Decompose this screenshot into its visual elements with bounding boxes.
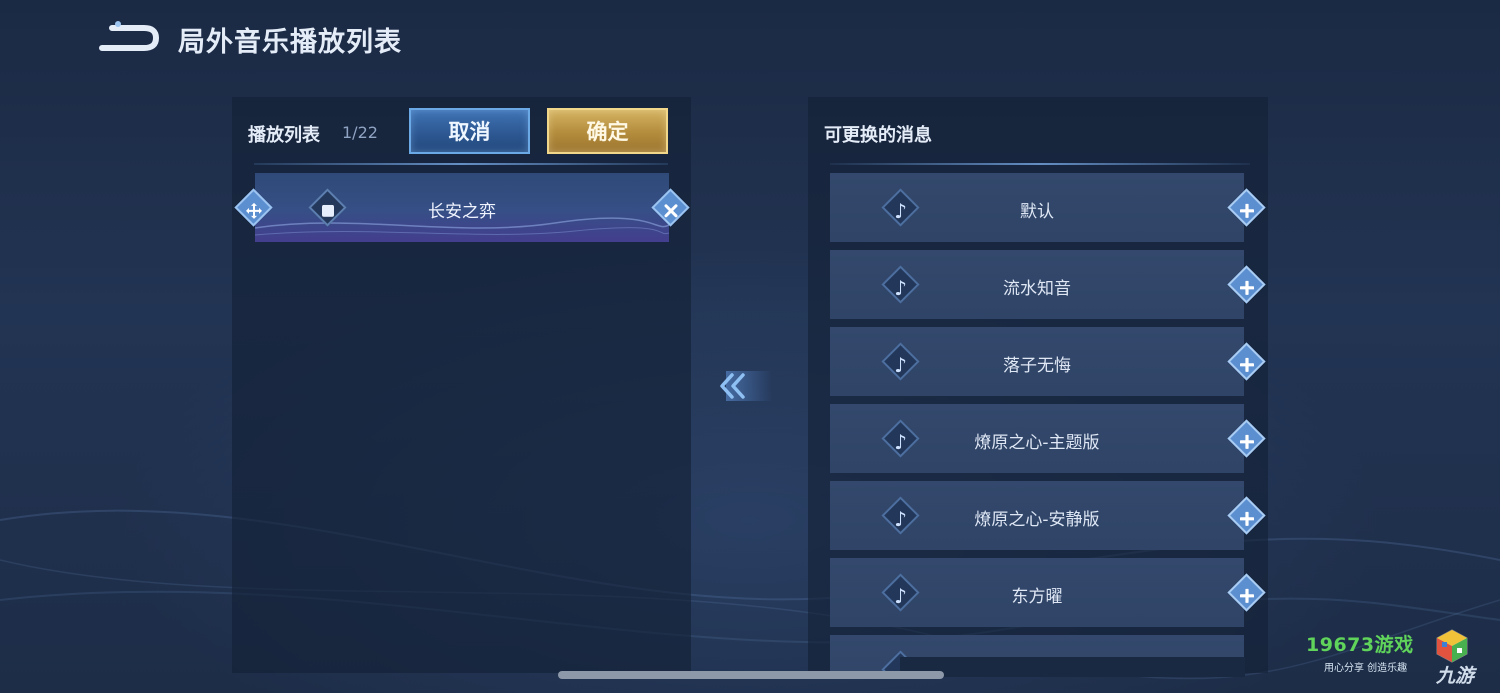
playlist-count: 1/22: [342, 123, 378, 142]
plus-icon: [1239, 280, 1254, 295]
plus-icon: [1239, 511, 1254, 526]
close-icon: [664, 203, 677, 217]
cube-logo-icon: [1436, 629, 1468, 663]
back-arrow-icon: [99, 21, 160, 51]
page-title: 局外音乐播放列表: [178, 27, 402, 58]
plus-icon: [1239, 588, 1254, 603]
background-waves: [0, 509, 1500, 680]
watermark-sub: 九游: [1436, 665, 1475, 687]
song-title: 燎原之心-安静版: [974, 510, 1100, 530]
available-songs-panel: 可更换的消息 ♪ 默认 ♪ 流水知音 ♪ 落子无悔 ♪ 燎原之心-主题版 ♪ 燎…: [808, 97, 1268, 673]
song-title: 燎原之心-主题版: [974, 433, 1100, 453]
add-song-button[interactable]: [1227, 342, 1266, 381]
double-chevron-left-icon: [720, 371, 772, 401]
plus-icon: [1239, 357, 1254, 372]
add-song-button[interactable]: [1227, 265, 1266, 304]
confirm-button[interactable]: 确定: [547, 108, 668, 154]
watermark-brand: 19673游戏: [1306, 634, 1414, 656]
playlist-panel: 播放列表 1/22 取消 确定 长安之弈: [232, 97, 691, 673]
divider: [830, 163, 1250, 165]
back-button[interactable]: [96, 18, 160, 58]
add-song-button[interactable]: [1227, 496, 1266, 535]
list-footer-shadow: [900, 657, 1245, 677]
transfer-arrow-button[interactable]: [716, 371, 772, 401]
track-title: 长安之弈: [428, 202, 496, 222]
plus-icon: [1239, 434, 1254, 449]
playlist-label: 播放列表: [248, 125, 320, 146]
song-title: 默认: [1020, 202, 1054, 222]
home-indicator[interactable]: [558, 671, 944, 679]
playlist-track-row[interactable]: 长安之弈: [234, 173, 690, 242]
song-list[interactable]: ♪ 默认 ♪ 流水知音 ♪ 落子无悔 ♪ 燎原之心-主题版 ♪ 燎原之心-安静版…: [830, 173, 1270, 673]
add-song-button[interactable]: [1227, 188, 1266, 227]
watermark-slogan: 用心分享 创造乐趣: [1324, 663, 1408, 674]
song-title: 流水知音: [1003, 279, 1071, 299]
add-song-button[interactable]: [1227, 419, 1266, 458]
song-row[interactable]: ♪ 燎原之心-主题版: [830, 404, 1266, 473]
add-song-button[interactable]: [1227, 573, 1266, 612]
song-title: 落子无悔: [1003, 356, 1071, 376]
song-row[interactable]: ♪ 东方曜: [830, 558, 1266, 627]
watermark: 19673游戏 用心分享 创造乐趣 九游: [1306, 628, 1500, 693]
available-header: 可更换的消息: [824, 125, 932, 146]
song-title: 东方曜: [1011, 587, 1063, 607]
divider: [254, 163, 668, 165]
cancel-button[interactable]: 取消: [409, 108, 530, 154]
song-row[interactable]: ♪ 流水知音: [830, 250, 1266, 319]
plus-icon: [1239, 203, 1254, 218]
song-row[interactable]: ♪ 落子无悔: [830, 327, 1266, 396]
song-row[interactable]: ♪ 默认: [830, 173, 1266, 242]
song-row[interactable]: ♪ 燎原之心-安静版: [830, 481, 1266, 550]
